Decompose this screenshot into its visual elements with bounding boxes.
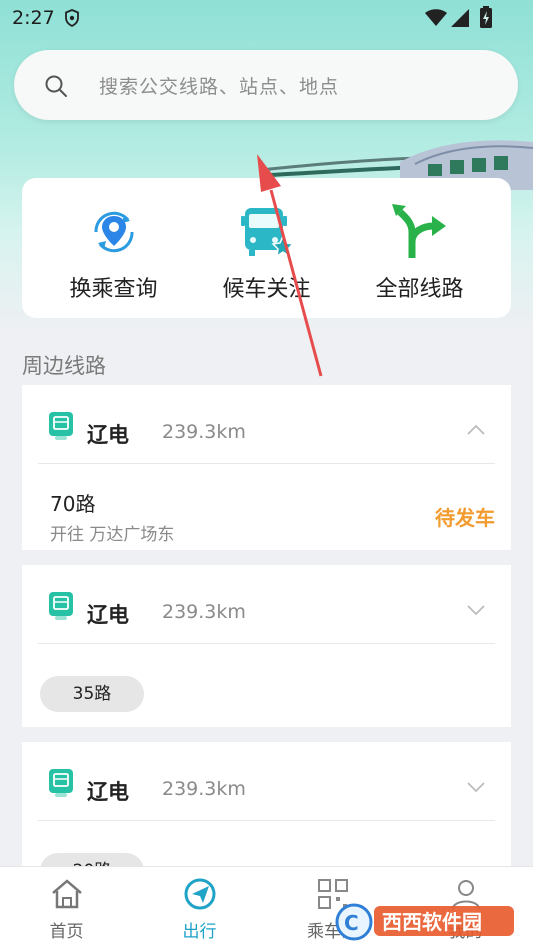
nearby-route-card: 辽电 239.3km 20路 (22, 742, 511, 866)
quick-action-label: 全部线路 (375, 277, 464, 302)
wifi-icon (425, 9, 447, 26)
divider (38, 643, 495, 644)
search-placeholder: 搜索公交线路、站点、地点 (99, 76, 340, 98)
nearby-route-card: 辽电 239.3km 70路 开往 万达广场东 待发车 (22, 385, 511, 550)
signal-icon (451, 9, 469, 27)
nearby-route-card: 辽电 239.3km 35路 (22, 565, 511, 727)
stop-name: 辽电 (87, 603, 129, 627)
bus-stop-icon (49, 769, 73, 797)
all-routes-button[interactable]: 全部线路 (338, 178, 501, 318)
chevron-down-icon[interactable] (466, 781, 486, 793)
route-chip[interactable]: 35路 (40, 676, 144, 712)
status-time: 2:27 (12, 7, 55, 29)
stop-distance: 239.3km (162, 778, 246, 800)
route-name: 70路 (50, 492, 96, 516)
battery-charging-icon (480, 6, 492, 28)
nav-travel[interactable]: 出行 (133, 867, 266, 949)
all-routes-icon (392, 204, 446, 258)
card-header[interactable]: 辽电 239.3km (22, 385, 511, 463)
route-status: 待发车 (435, 506, 495, 530)
nav-label: 出行 (182, 922, 217, 942)
watermark-logo: C 西西软件园 (335, 903, 514, 941)
chevron-down-icon[interactable] (466, 604, 486, 616)
divider (38, 820, 495, 821)
transfer-location-icon (94, 211, 134, 253)
stop-distance: 239.3km (162, 421, 246, 443)
card-header[interactable]: 辽电 239.3km (22, 565, 511, 643)
stop-name: 辽电 (87, 780, 129, 804)
chevron-up-icon[interactable] (466, 424, 486, 436)
stop-name: 辽电 (87, 423, 129, 447)
nav-home[interactable]: 首页 (0, 867, 133, 949)
quick-action-label: 换乘查询 (69, 277, 158, 302)
bus-stop-icon (49, 592, 73, 620)
bus-stop-icon (49, 412, 73, 440)
transfer-query-button[interactable]: 换乘查询 (32, 178, 195, 318)
pointer-arrow-annotation (257, 154, 323, 377)
search-bar[interactable]: 搜索公交线路、站点、地点 (14, 50, 518, 120)
card-header[interactable]: 辽电 239.3km (22, 742, 511, 820)
nav-label: 首页 (49, 922, 84, 942)
section-title: 周边线路 (22, 354, 106, 378)
svg-text:C: C (344, 911, 359, 935)
travel-icon (184, 878, 216, 910)
stop-distance: 239.3km (162, 601, 246, 623)
status-bar: 2:27 (0, 0, 533, 36)
search-icon (45, 75, 67, 97)
route-row[interactable]: 70路 开往 万达广场东 待发车 (22, 464, 511, 550)
route-direction: 开往 万达广场东 (50, 525, 175, 545)
route-chip[interactable]: 20路 (40, 853, 144, 866)
svg-text:西西软件园: 西西软件园 (382, 910, 482, 934)
shield-icon (65, 9, 79, 27)
home-icon (52, 879, 82, 909)
